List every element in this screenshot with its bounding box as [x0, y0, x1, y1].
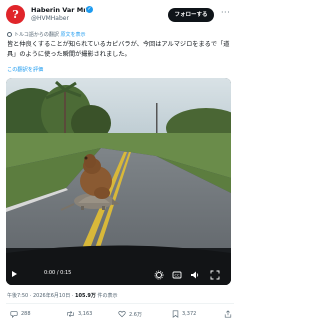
volume-icon[interactable]	[190, 270, 200, 280]
video-frame	[6, 78, 231, 285]
tweet-header: ? Haberin Var Mı? ✓ @HVMHaber フォローする ···	[0, 0, 240, 30]
tweet-timestamp: 午後7:50 · 2026年6月10日 · 105.9万 件の表示	[7, 292, 117, 299]
cc-icon[interactable]: CC	[172, 270, 182, 280]
bookmark-button[interactable]: 3,372	[172, 310, 196, 318]
globe-icon	[7, 32, 12, 37]
follow-button[interactable]: フォローする	[168, 8, 214, 22]
bookmark-icon	[172, 310, 179, 318]
author-name[interactable]: Haberin Var Mı?	[31, 6, 89, 14]
fullscreen-icon[interactable]	[210, 270, 220, 280]
play-icon[interactable]	[12, 271, 17, 277]
video-player[interactable]: 0:00 / 0:15 CC	[6, 78, 231, 285]
views-count: 105.9万	[75, 293, 96, 299]
more-horizontal-icon[interactable]: ···	[221, 8, 230, 17]
time-date[interactable]: 午後7:50 · 2026年6月10日 ·	[7, 293, 75, 299]
avatar-question-mark: ?	[12, 8, 19, 21]
like-button[interactable]: 2.6万	[118, 310, 142, 318]
repost-button[interactable]: 3,163	[66, 310, 92, 318]
settings-icon[interactable]	[154, 270, 164, 280]
like-count: 2.6万	[129, 311, 142, 318]
reply-button[interactable]: 288	[10, 310, 31, 318]
reply-count: 288	[21, 311, 31, 317]
repost-count: 3,163	[78, 311, 93, 317]
video-time: 0:00 / 0:15	[44, 270, 72, 276]
verified-badge-icon: ✓	[86, 6, 93, 13]
translation-notice: トルコ語からの翻訳 原文を表示	[7, 31, 86, 38]
show-original-link[interactable]: 原文を表示	[61, 32, 86, 38]
views-label: 件の表示	[95, 293, 118, 299]
avatar[interactable]: ?	[6, 5, 25, 24]
video-controls: 0:00 / 0:15 CC	[6, 267, 231, 285]
reply-icon	[10, 311, 18, 318]
svg-text:CC: CC	[175, 274, 180, 278]
heart-icon	[118, 310, 126, 318]
share-button[interactable]	[224, 310, 235, 318]
divider	[6, 303, 234, 304]
share-icon	[224, 310, 232, 318]
bookmark-count: 3,372	[182, 311, 197, 317]
author-handle[interactable]: @HVMHaber	[31, 15, 69, 22]
rate-translation-link[interactable]: この翻訳を評価	[7, 66, 43, 73]
translation-note: トルコ語からの翻訳	[14, 32, 61, 38]
repost-icon	[67, 310, 74, 318]
tweet-text: 皆と仲良くすることが知られているカピバラが、今回はアルマジロをまるで「道具」のよ…	[7, 41, 230, 58]
